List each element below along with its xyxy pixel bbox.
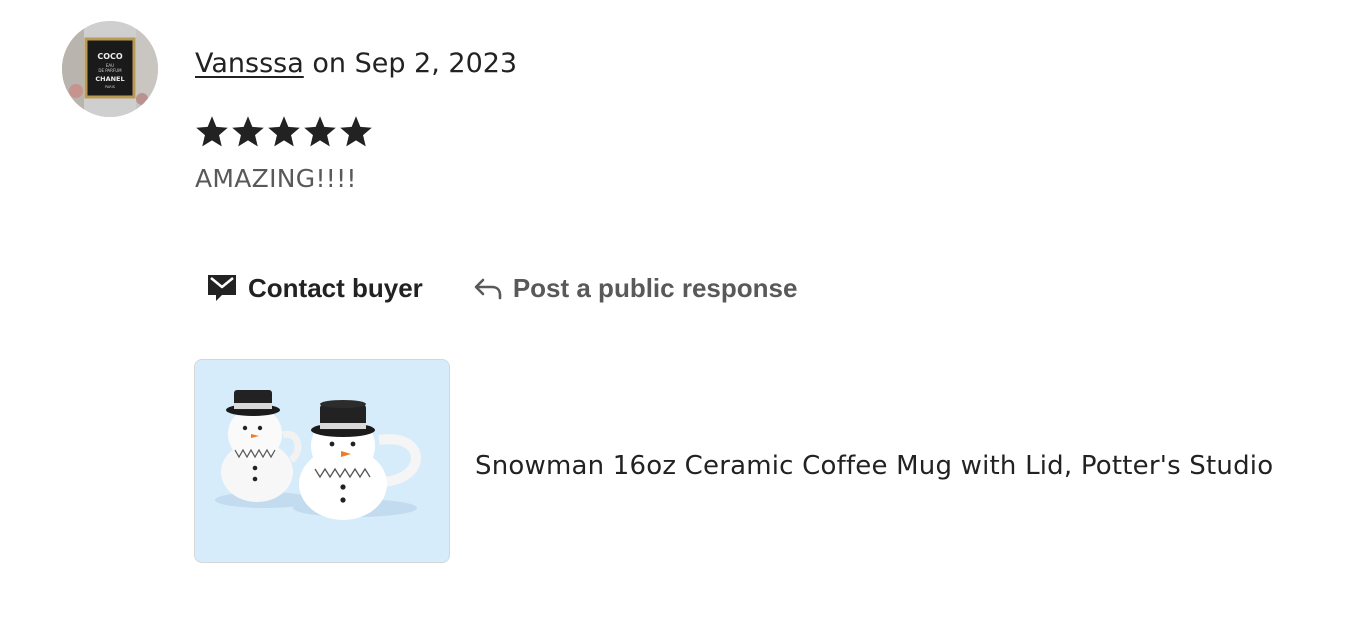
avatar-text: DE PARFUM (98, 68, 122, 73)
contact-buyer-label: Contact buyer (248, 272, 423, 303)
listing-title-link[interactable]: Snowman 16oz Ceramic Coffee Mug with Lid… (475, 448, 1273, 484)
star-icon (232, 116, 264, 147)
star-icon (340, 116, 372, 147)
listing-image[interactable] (194, 359, 450, 563)
review-date: on Sep 2, 2023 (303, 48, 518, 79)
reviewer-name-link[interactable]: Vansssa (195, 48, 304, 79)
star-icon (196, 116, 228, 147)
review-header: Vansssa on Sep 2, 2023 (195, 46, 517, 82)
avatar-text: PARIS (105, 85, 116, 89)
star-icon (268, 116, 300, 147)
review-actions: Contact buyer Post a public response (206, 266, 797, 310)
review-text: AMAZING!!!! (195, 164, 357, 193)
avatar-text: COCO (97, 52, 123, 61)
post-public-response-label: Post a public response (512, 272, 798, 303)
post-public-response-button[interactable]: Post a public response (473, 272, 798, 304)
reviewer-avatar[interactable]: COCO EAU DE PARFUM CHANEL PARIS (62, 21, 158, 117)
star-rating (194, 114, 374, 154)
contact-buyer-button[interactable]: Contact buyer (206, 273, 423, 304)
envelope-icon (208, 275, 236, 301)
reply-arrow-icon (474, 278, 502, 300)
avatar-text: CHANEL (95, 75, 124, 83)
star-icon (304, 116, 336, 147)
